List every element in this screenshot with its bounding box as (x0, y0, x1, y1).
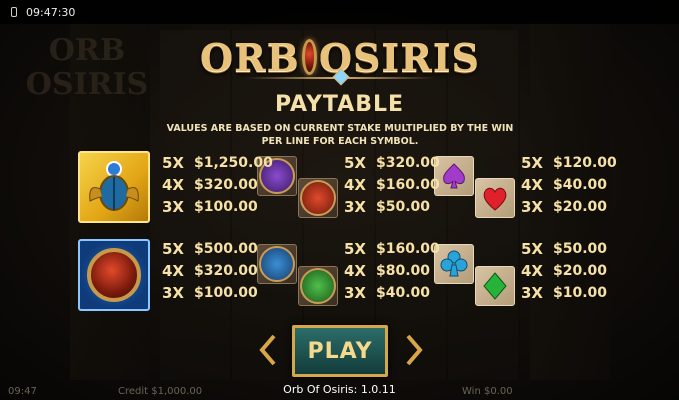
pay-amount: $160.00 (376, 241, 440, 257)
orb-emblem-icon (301, 39, 317, 75)
pay-amount: $500.00 (194, 241, 258, 257)
red-jackal-symbol-icon (298, 178, 338, 218)
pay-count: 4X (162, 262, 185, 280)
pay-row: 4X $40.00 (521, 174, 617, 196)
title-left: ORB (200, 34, 300, 80)
green-scarab-symbol-icon (298, 266, 338, 306)
pay-count: 3X (344, 198, 367, 216)
pay-amount: $100.00 (194, 285, 258, 301)
pay-amount: $160.00 (376, 177, 440, 193)
blue-orb-symbol-icon (78, 239, 150, 311)
pay-row: 4X $320.00 (162, 174, 273, 196)
pay-count: 5X (162, 240, 185, 258)
pay-row: 4X $320.00 (162, 260, 258, 282)
pay-count: 4X (521, 176, 544, 194)
pay-row: 3X $10.00 (521, 282, 607, 304)
pay-count: 3X (344, 284, 367, 302)
pay-amount: $1,250.00 (194, 155, 273, 171)
pay-row: 3X $20.00 (521, 196, 617, 218)
pay-amount: $40.00 (553, 177, 608, 193)
paytable-heading: PAYTABLE (274, 92, 405, 117)
pay-row: 5X $320.00 (344, 152, 440, 174)
pays-purple-bird-red-jackal: 5X $320.00 4X $160.00 3X $50.00 (344, 152, 440, 218)
paytable-description: VALUES ARE BASED ON CURRENT STAKE MULTIP… (166, 123, 514, 147)
pay-amount: $120.00 (553, 155, 617, 171)
pay-count: 3X (162, 198, 185, 216)
phone-icon (10, 7, 20, 17)
pay-amount: $50.00 (376, 199, 431, 215)
pay-count: 5X (521, 154, 544, 172)
previous-page-button[interactable] (256, 332, 280, 368)
chevron-left-icon (259, 334, 276, 366)
pay-count: 4X (344, 262, 367, 280)
pay-count: 5X (344, 240, 367, 258)
heart-card-icon (475, 178, 515, 218)
pay-row: 4X $20.00 (521, 260, 607, 282)
pays-spade-heart: 5X $120.00 4X $40.00 3X $20.00 (521, 152, 617, 218)
pay-count: 3X (521, 198, 544, 216)
pay-amount: $20.00 (553, 263, 608, 279)
pays-blue-orb: 5X $500.00 4X $320.00 3X $100.00 (162, 238, 258, 304)
club-card-icon (434, 244, 474, 284)
pay-count: 4X (521, 262, 544, 280)
pay-row: 4X $80.00 (344, 260, 440, 282)
pay-count: 5X (344, 154, 367, 172)
blue-bird-symbol-icon (257, 244, 297, 284)
pay-count: 3X (521, 284, 544, 302)
pay-count: 3X (162, 284, 185, 302)
golden-scarab-symbol-icon (78, 151, 150, 223)
next-page-button[interactable] (402, 332, 426, 368)
spade-card-icon (434, 156, 474, 196)
status-time: 09:47:30 (26, 5, 76, 19)
pay-row: 4X $160.00 (344, 174, 440, 196)
pay-count: 4X (344, 176, 367, 194)
pay-count: 4X (162, 176, 185, 194)
pay-count: 5X (162, 154, 185, 172)
pay-amount: $320.00 (194, 263, 258, 279)
pay-amount: $100.00 (194, 199, 258, 215)
pays-golden-scarab: 5X $1,250.00 4X $320.00 3X $100.00 (162, 152, 273, 218)
pay-amount: $320.00 (194, 177, 258, 193)
pays-club-diamond: 5X $50.00 4X $20.00 3X $10.00 (521, 238, 607, 304)
pay-amount: $10.00 (553, 285, 608, 301)
game-version: Orb Of Osiris: 1.0.11 (283, 383, 396, 396)
diamond-card-icon (475, 266, 515, 306)
pay-row: 3X $100.00 (162, 282, 258, 304)
pay-row: 5X $500.00 (162, 238, 258, 260)
pay-row: 3X $50.00 (344, 196, 440, 218)
pay-row: 3X $100.00 (162, 196, 273, 218)
pay-row: 5X $1,250.00 (162, 152, 273, 174)
status-bar: 09:47:30 (0, 0, 679, 24)
play-button[interactable]: PLAY (292, 325, 388, 377)
pay-amount: $20.00 (553, 199, 608, 215)
pay-row: 3X $40.00 (344, 282, 440, 304)
pay-amount: $50.00 (553, 241, 608, 257)
pay-count: 5X (521, 240, 544, 258)
pay-row: 5X $160.00 (344, 238, 440, 260)
pay-row: 5X $50.00 (521, 238, 607, 260)
chevron-right-icon (406, 334, 423, 366)
pay-row: 5X $120.00 (521, 152, 617, 174)
pay-amount: $40.00 (376, 285, 431, 301)
pays-blue-bird-green-scarab: 5X $160.00 4X $80.00 3X $40.00 (344, 238, 440, 304)
pay-amount: $80.00 (376, 263, 431, 279)
pay-amount: $320.00 (376, 155, 440, 171)
